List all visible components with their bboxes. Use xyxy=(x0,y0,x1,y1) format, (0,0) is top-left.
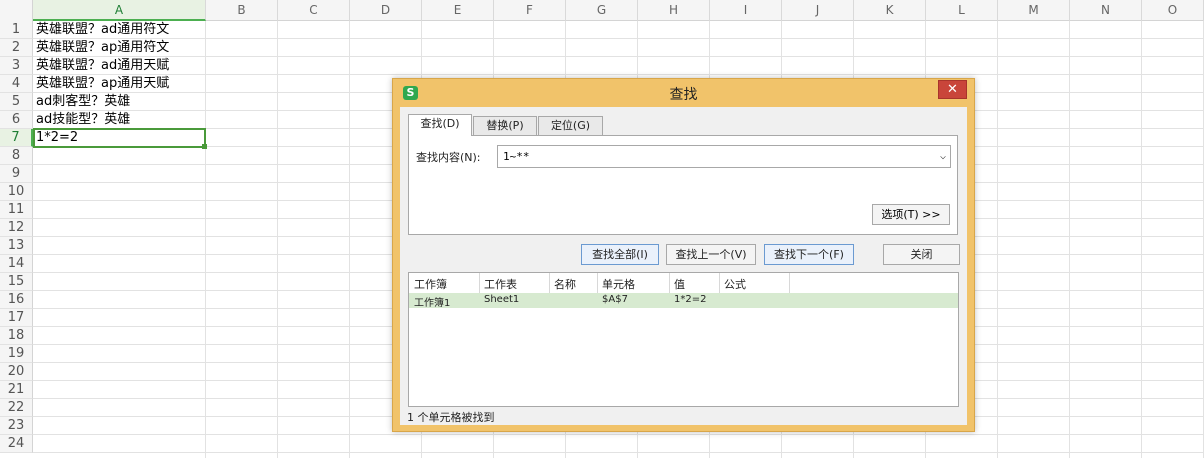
cell-a4[interactable]: 英雄联盟？ap通用天赋 xyxy=(36,75,169,93)
row-gridline xyxy=(33,74,1204,75)
result-cell-ref: $A$7 xyxy=(602,294,628,305)
row-header-2[interactable]: 2 xyxy=(0,39,33,57)
find-content-value: 1~** xyxy=(503,150,530,163)
row-header-4[interactable]: 4 xyxy=(0,75,33,93)
column-divider[interactable] xyxy=(597,273,598,293)
cell-a2[interactable]: 英雄联盟？ap通用符文 xyxy=(36,39,169,57)
options-button[interactable]: 选项(T) >> xyxy=(872,204,950,225)
result-sheet: Sheet1 xyxy=(484,294,520,305)
cell-a1[interactable]: 英雄联盟？ad通用符文 xyxy=(36,21,169,39)
dialog-title: 查找 xyxy=(669,87,698,103)
row-header-15[interactable]: 15 xyxy=(0,273,33,291)
results-header: 工作簿 工作表 名称 单元格 值 公式 xyxy=(409,273,958,293)
fill-handle[interactable] xyxy=(202,144,207,149)
find-previous-button[interactable]: 查找上一个(V) xyxy=(666,244,756,265)
row-gridline xyxy=(33,434,1204,435)
column-header-k[interactable]: K xyxy=(854,0,926,21)
column-header-f[interactable]: F xyxy=(494,0,566,21)
row-header-17[interactable]: 17 xyxy=(0,309,33,327)
dialog-title-bar[interactable]: S 查找 ✕ xyxy=(393,79,974,107)
row-header-18[interactable]: 18 xyxy=(0,327,33,345)
row-header-16[interactable]: 16 xyxy=(0,291,33,309)
row-header-1[interactable]: 1 xyxy=(0,21,33,39)
row-header-19[interactable]: 19 xyxy=(0,345,33,363)
results-list[interactable]: 工作簿 工作表 名称 单元格 值 公式 工作簿1 Sheet1 $A$7 1*2… xyxy=(408,272,959,407)
row-header-13[interactable]: 13 xyxy=(0,237,33,255)
column-divider[interactable] xyxy=(789,273,790,293)
row-gridline xyxy=(33,38,1204,39)
row-header-6[interactable]: 6 xyxy=(0,111,33,129)
select-all-corner[interactable] xyxy=(0,0,33,21)
column-header-o[interactable]: O xyxy=(1142,0,1204,21)
result-value: 1*2=2 xyxy=(674,294,707,305)
column-header-b[interactable]: B xyxy=(206,0,278,21)
row-header-14[interactable]: 14 xyxy=(0,255,33,273)
results-header-formula[interactable]: 公式 xyxy=(724,276,746,292)
tab-goto[interactable]: 定位(G) xyxy=(538,116,603,135)
column-header-a[interactable]: A xyxy=(33,0,206,21)
row-gridline xyxy=(33,56,1204,57)
column-divider[interactable] xyxy=(719,273,720,293)
results-header-cell[interactable]: 单元格 xyxy=(602,276,635,292)
row-header-10[interactable]: 10 xyxy=(0,183,33,201)
row-header-5[interactable]: 5 xyxy=(0,93,33,111)
selected-cell-outline xyxy=(33,128,206,148)
find-next-button[interactable]: 查找下一个(F) xyxy=(764,244,854,265)
cell-a3[interactable]: 英雄联盟？ad通用天赋 xyxy=(36,57,169,75)
column-divider[interactable] xyxy=(549,273,550,293)
find-all-button[interactable]: 查找全部(I) xyxy=(581,244,659,265)
column-gridline xyxy=(277,21,278,458)
column-gridline xyxy=(349,21,350,458)
close-icon[interactable]: ✕ xyxy=(938,80,967,99)
chevron-down-icon[interactable]: ⌵ xyxy=(940,146,946,167)
row-header-23[interactable]: 23 xyxy=(0,417,33,435)
results-header-sheet[interactable]: 工作表 xyxy=(484,276,517,292)
find-content-label: 查找内容(N): xyxy=(416,151,481,164)
row-gridline xyxy=(33,452,1204,453)
tab-find[interactable]: 查找(D) xyxy=(408,114,472,136)
row-header-11[interactable]: 11 xyxy=(0,201,33,219)
column-divider[interactable] xyxy=(479,273,480,293)
tab-replace[interactable]: 替换(P) xyxy=(473,116,537,135)
row-header-22[interactable]: 22 xyxy=(0,399,33,417)
row-header-7[interactable]: 7 xyxy=(0,129,33,147)
result-workbook: 工作簿1 xyxy=(414,298,451,309)
column-header-c[interactable]: C xyxy=(278,0,350,21)
find-content-input[interactable]: 1~** ⌵ xyxy=(497,145,951,168)
column-header-j[interactable]: J xyxy=(782,0,854,21)
row-header-20[interactable]: 20 xyxy=(0,363,33,381)
row-header-8[interactable]: 8 xyxy=(0,147,33,165)
results-header-value[interactable]: 值 xyxy=(674,276,685,292)
results-header-workbook[interactable]: 工作簿 xyxy=(414,276,447,292)
column-gridline xyxy=(205,21,206,458)
column-header-l[interactable]: L xyxy=(926,0,998,21)
find-dialog: S 查找 ✕ 查找(D) 替换(P) 定位(G) 查找内容(N): 1~** ⌵… xyxy=(392,78,975,432)
dialog-body: 查找(D) 替换(P) 定位(G) 查找内容(N): 1~** ⌵ 选项(T) … xyxy=(400,107,967,425)
column-gridline xyxy=(1141,21,1142,458)
column-header-d[interactable]: D xyxy=(350,0,422,21)
row-header-12[interactable]: 12 xyxy=(0,219,33,237)
column-header-h[interactable]: H xyxy=(638,0,710,21)
status-text: 1 个单元格被找到 xyxy=(407,411,495,424)
find-tab-panel: 查找内容(N): 1~** ⌵ 选项(T) >> xyxy=(408,135,958,235)
row-header-21[interactable]: 21 xyxy=(0,381,33,399)
column-gridline xyxy=(997,21,998,458)
column-header-i[interactable]: I xyxy=(710,0,782,21)
column-header-bar: ABCDEFGHIJKLMNO xyxy=(0,0,1204,21)
column-header-e[interactable]: E xyxy=(422,0,494,21)
results-row[interactable]: 工作簿1 Sheet1 $A$7 1*2=2 xyxy=(409,293,958,309)
row-header-24[interactable]: 24 xyxy=(0,435,33,453)
column-gridline xyxy=(1069,21,1070,458)
column-header-n[interactable]: N xyxy=(1070,0,1142,21)
cell-a5[interactable]: ad刺客型？英雄 xyxy=(36,93,130,111)
cell-a6[interactable]: ad技能型？英雄 xyxy=(36,111,130,129)
column-header-m[interactable]: M xyxy=(998,0,1070,21)
close-button[interactable]: 关闭 xyxy=(883,244,960,265)
row-header-9[interactable]: 9 xyxy=(0,165,33,183)
row-header-3[interactable]: 3 xyxy=(0,57,33,75)
column-divider[interactable] xyxy=(669,273,670,293)
column-header-g[interactable]: G xyxy=(566,0,638,21)
results-header-name[interactable]: 名称 xyxy=(554,276,576,292)
